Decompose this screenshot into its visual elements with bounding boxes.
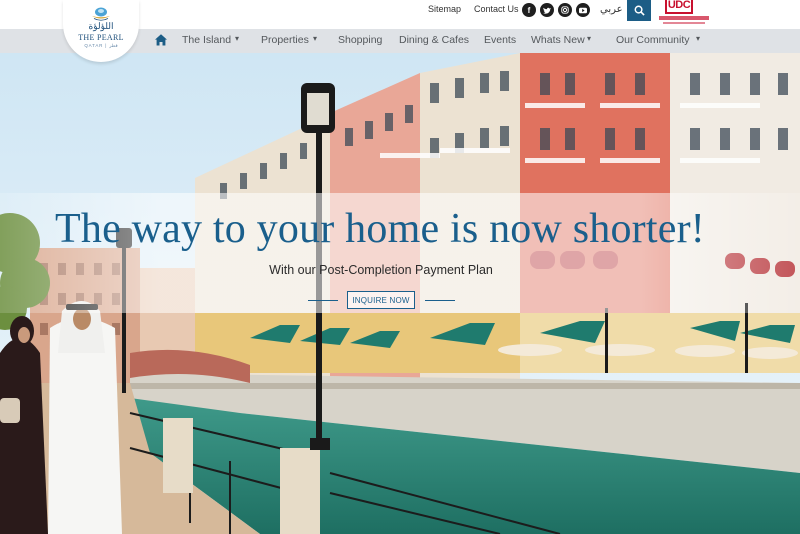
cta-divider-right — [425, 300, 455, 301]
contact-us-link[interactable]: Contact Us — [474, 4, 519, 14]
logo-arabic-text: اللؤلؤة — [88, 22, 114, 32]
nav-item-our-community[interactable]: Our Community — [616, 34, 690, 46]
youtube-icon[interactable] — [576, 3, 590, 17]
chevron-down-icon: ▾ — [587, 34, 592, 43]
udc-mark: UDC — [665, 0, 693, 14]
twitter-icon[interactable] — [540, 3, 554, 17]
nav-item-shopping[interactable]: Shopping — [338, 34, 382, 46]
nav-item-events[interactable]: Events — [484, 34, 516, 46]
nav-item-properties[interactable]: Properties — [261, 34, 309, 46]
search-button[interactable] — [627, 0, 651, 21]
hero-subtitle: With our Post-Completion Payment Plan — [269, 263, 493, 277]
home-icon[interactable] — [154, 33, 168, 47]
udc-logo[interactable]: UDC — [657, 0, 711, 28]
inquire-now-button[interactable]: INQUIRE NOW — [347, 291, 415, 309]
logo-subtitle: QATAR | قطر — [84, 43, 118, 48]
chevron-down-icon: ▾ — [696, 34, 701, 43]
facebook-icon[interactable]: f — [522, 3, 536, 17]
hero-title: The way to your home is now shorter! — [55, 206, 705, 252]
arabic-language-link[interactable]: عربي — [600, 4, 623, 15]
nav-item-whats-new[interactable]: Whats New — [531, 34, 585, 46]
hero-banner: The way to your home is now shorter! Wit… — [0, 53, 800, 534]
chevron-down-icon: ▾ — [235, 34, 240, 43]
nav-item-the-island[interactable]: The Island — [182, 34, 231, 46]
sitemap-link[interactable]: Sitemap — [428, 4, 461, 14]
search-icon — [634, 5, 645, 16]
cta-divider-left — [308, 300, 338, 301]
pearl-emblem-icon — [92, 7, 110, 21]
logo-name: THE PEARL — [78, 33, 124, 42]
instagram-icon[interactable] — [558, 3, 572, 17]
nav-item-dining-cafes[interactable]: Dining & Cafes — [399, 34, 469, 46]
chevron-down-icon: ▾ — [313, 34, 318, 43]
